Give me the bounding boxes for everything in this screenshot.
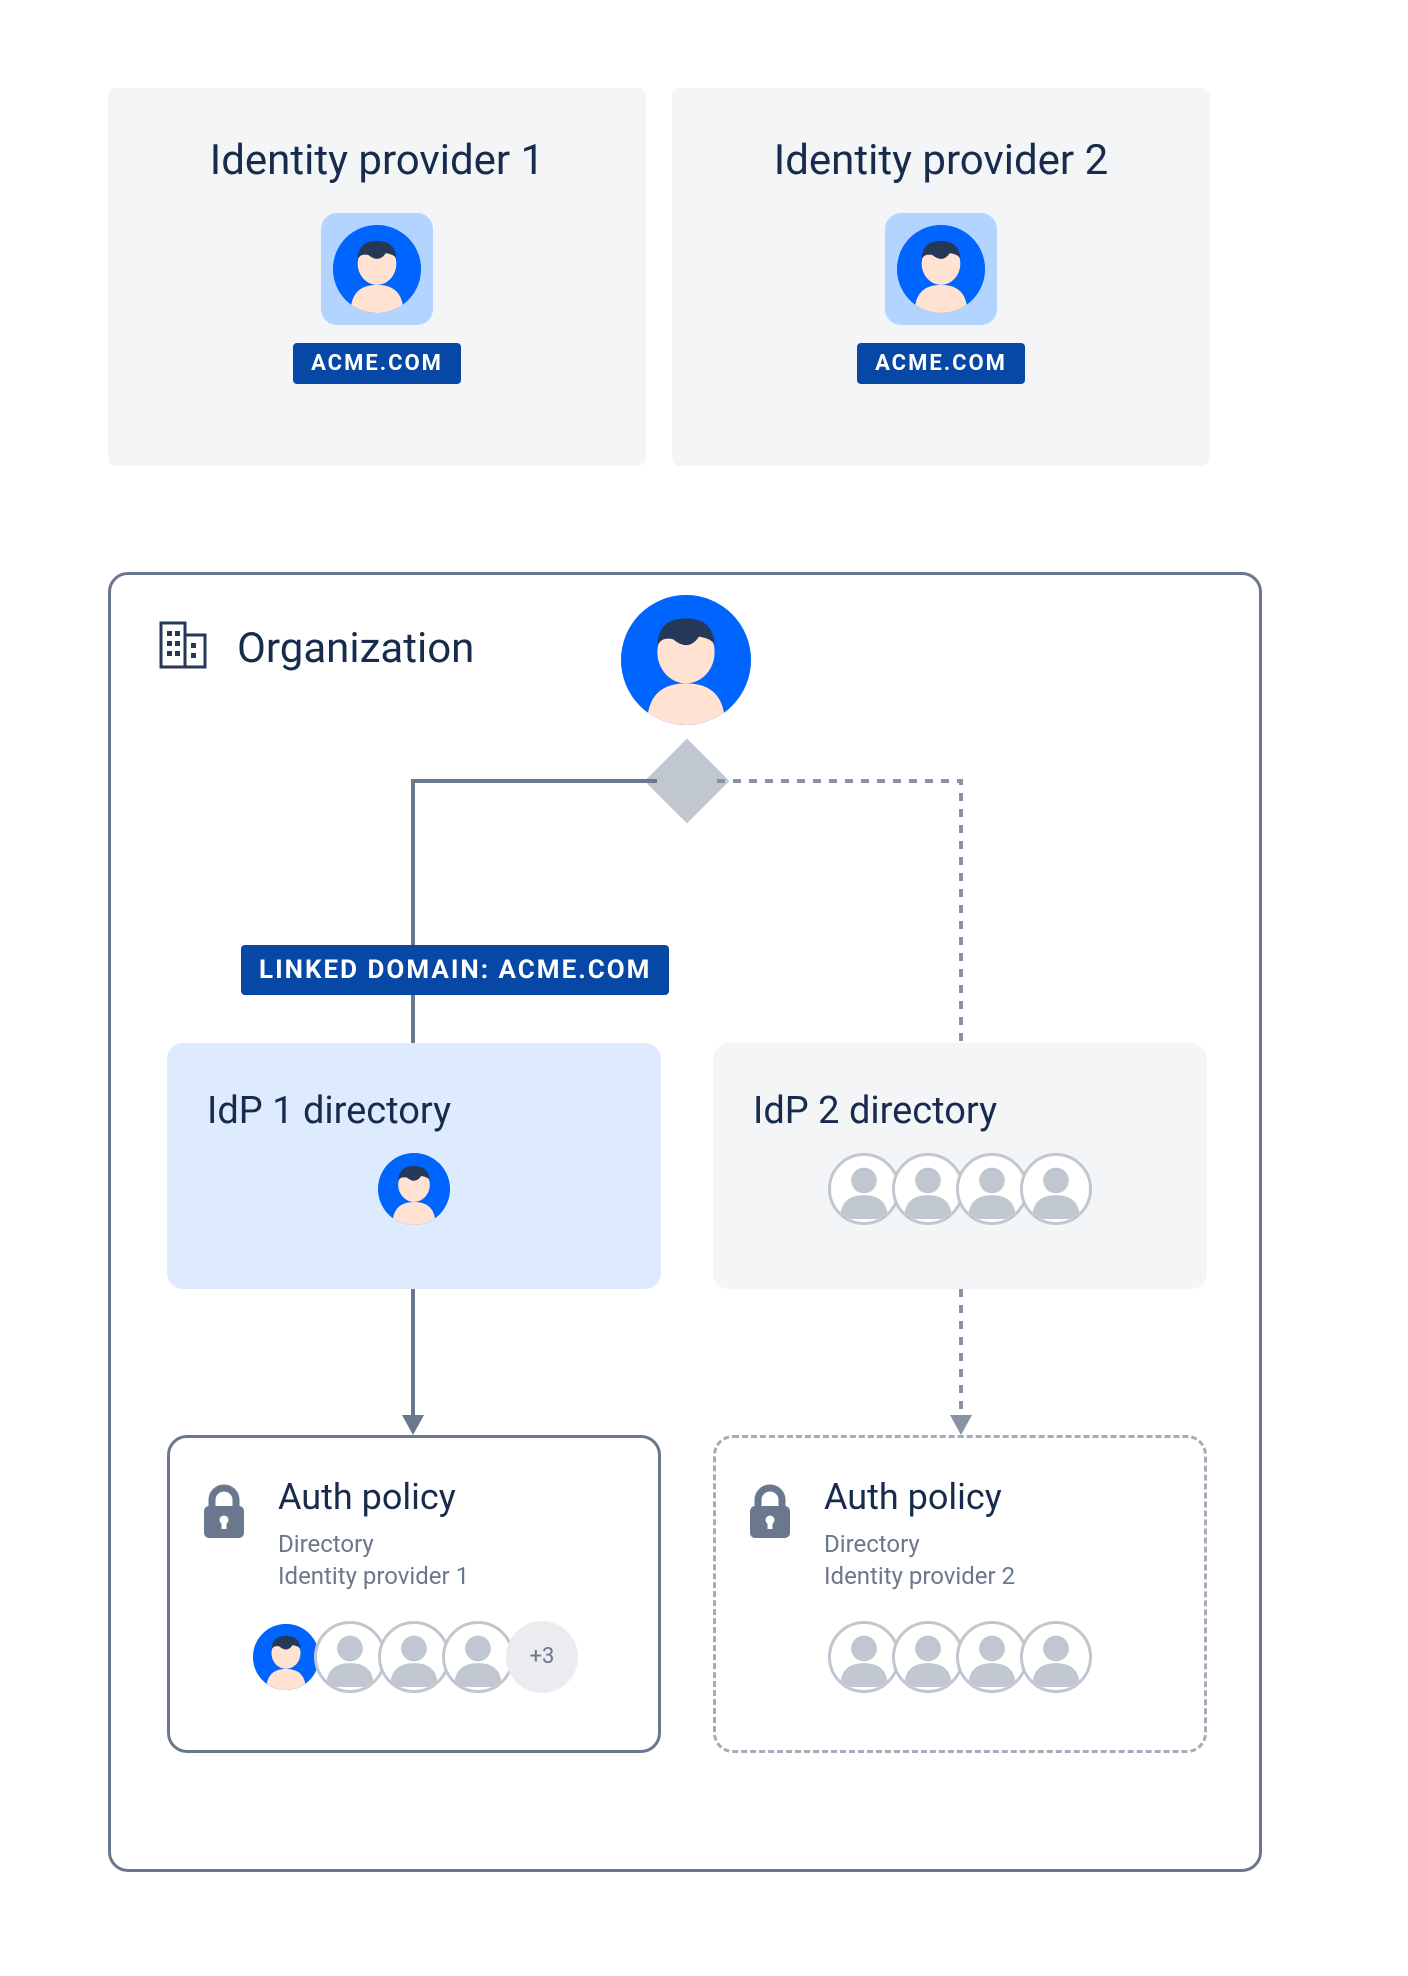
idp2-directory-avatars [753, 1153, 1167, 1225]
idp2-title: Identity provider 2 [672, 136, 1210, 185]
policy2-sub-line1: Directory [824, 1530, 920, 1558]
placeholder-user-icon [828, 1621, 900, 1693]
policy2-sub-line2: Identity provider 2 [824, 1562, 1015, 1590]
auth-policy-2-avatars [742, 1621, 1178, 1693]
organization-label: Organization [237, 624, 474, 673]
identity-provider-1-card: Identity provider 1 ACME.COM [108, 88, 646, 466]
idp2-directory-title: IdP 2 directory [753, 1089, 1167, 1133]
placeholder-user-icon [1020, 1621, 1092, 1693]
building-icon [159, 621, 209, 675]
idp2-directory-card: IdP 2 directory [713, 1043, 1207, 1289]
auth-policy-2-subtitle: Directory Identity provider 2 [824, 1528, 1015, 1593]
user-avatar-icon [378, 1153, 450, 1225]
idp1-user-avatar-wrap [321, 213, 433, 325]
idp1-directory-avatars [207, 1153, 621, 1225]
idp2-domain-badge: ACME.COM [857, 343, 1025, 384]
placeholder-user-icon [956, 1153, 1028, 1225]
placeholder-user-icon [314, 1621, 386, 1693]
user-avatar-icon [897, 225, 985, 313]
linked-domain-badge: LINKED DOMAIN: ACME.COM [241, 945, 669, 995]
auth-policy-1-avatars: +3 [196, 1621, 632, 1693]
auth-policy-1-title: Auth policy [278, 1476, 469, 1518]
policy1-sub-line1: Directory [278, 1530, 374, 1558]
idp2-user-avatar-wrap [885, 213, 997, 325]
lock-icon [196, 1480, 252, 1544]
placeholder-user-icon [956, 1621, 1028, 1693]
decision-diamond-icon [645, 739, 730, 824]
placeholder-user-icon [828, 1153, 900, 1225]
auth-policy-2-card: Auth policy Directory Identity provider … [713, 1435, 1207, 1753]
idp1-directory-card: IdP 1 directory [167, 1043, 661, 1289]
idp1-title: Identity provider 1 [108, 136, 646, 185]
organization-user-avatar [621, 595, 751, 725]
placeholder-user-icon [892, 1621, 964, 1693]
placeholder-user-icon [892, 1153, 964, 1225]
organization-panel: Organization LINKED DOMAIN: ACME.COM IdP… [108, 572, 1262, 1872]
organization-header: Organization [159, 621, 474, 675]
idp1-directory-title: IdP 1 directory [207, 1089, 621, 1133]
user-avatar-icon [333, 225, 421, 313]
placeholder-user-icon [1020, 1153, 1092, 1225]
auth-policy-1-subtitle: Directory Identity provider 1 [278, 1528, 469, 1593]
idp1-domain-badge: ACME.COM [293, 343, 461, 384]
auth-policy-2-title: Auth policy [824, 1476, 1015, 1518]
placeholder-user-icon [442, 1621, 514, 1693]
auth-policy-1-card: Auth policy Directory Identity provider … [167, 1435, 661, 1753]
identity-provider-2-card: Identity provider 2 ACME.COM [672, 88, 1210, 466]
avatar-overflow-count: +3 [506, 1621, 578, 1693]
policy1-sub-line2: Identity provider 1 [278, 1562, 469, 1590]
user-avatar-icon [250, 1621, 322, 1693]
lock-icon [742, 1480, 798, 1544]
placeholder-user-icon [378, 1621, 450, 1693]
